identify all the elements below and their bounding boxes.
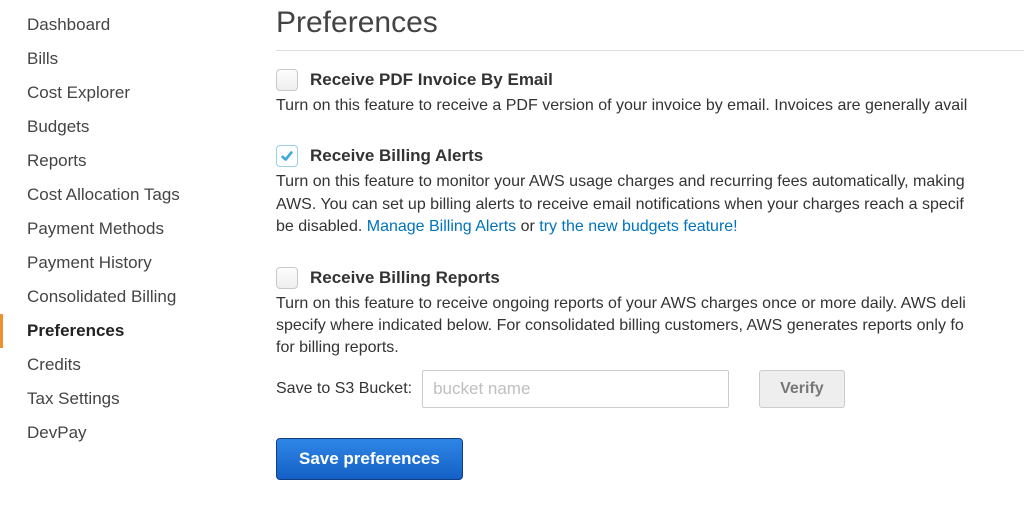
- sidebar-item-credits[interactable]: Credits: [0, 348, 220, 382]
- divider: [276, 50, 1024, 51]
- sidebar-item-dashboard[interactable]: Dashboard: [0, 8, 220, 42]
- text: Turn on this feature to monitor your AWS…: [276, 173, 965, 190]
- text: Turn on this feature to receive ongoing …: [276, 295, 966, 312]
- sidebar-item-payment-methods[interactable]: Payment Methods: [0, 212, 220, 246]
- link-try-budgets[interactable]: try the new budgets feature!: [539, 218, 737, 235]
- sidebar-item-bills[interactable]: Bills: [0, 42, 220, 76]
- sidebar-item-cost-explorer[interactable]: Cost Explorer: [0, 76, 220, 110]
- main-content: Preferences Receive PDF Invoice By Email…: [220, 6, 1024, 480]
- s3-bucket-input[interactable]: [422, 370, 729, 408]
- sidebar-item-preferences[interactable]: Preferences: [0, 314, 220, 348]
- check-icon: [280, 149, 294, 163]
- pref-label-billing-reports: Receive Billing Reports: [310, 268, 500, 288]
- pref-billing-reports: Receive Billing Reports: [276, 267, 1024, 289]
- s3-bucket-row: Save to S3 Bucket: Verify: [276, 370, 1024, 408]
- pref-billing-alerts: Receive Billing Alerts: [276, 145, 1024, 167]
- text: be disabled.: [276, 218, 367, 235]
- sidebar-item-devpay[interactable]: DevPay: [0, 416, 220, 450]
- sidebar-item-reports[interactable]: Reports: [0, 144, 220, 178]
- text: or: [516, 218, 539, 235]
- verify-button[interactable]: Verify: [759, 370, 845, 408]
- sidebar-item-cost-allocation-tags[interactable]: Cost Allocation Tags: [0, 178, 220, 212]
- pref-pdf-invoice: Receive PDF Invoice By Email: [276, 69, 1024, 91]
- pref-desc-billing-alerts: Turn on this feature to monitor your AWS…: [276, 171, 1024, 238]
- pref-desc-billing-reports: Turn on this feature to receive ongoing …: [276, 293, 1024, 360]
- sidebar-item-tax-settings[interactable]: Tax Settings: [0, 382, 220, 416]
- save-preferences-button[interactable]: Save preferences: [276, 438, 463, 480]
- pref-desc-pdf-invoice: Turn on this feature to receive a PDF ve…: [276, 95, 1024, 117]
- s3-bucket-label: Save to S3 Bucket:: [276, 380, 412, 398]
- sidebar-item-consolidated-billing[interactable]: Consolidated Billing: [0, 280, 220, 314]
- sidebar-item-budgets[interactable]: Budgets: [0, 110, 220, 144]
- pref-label-pdf-invoice: Receive PDF Invoice By Email: [310, 70, 553, 90]
- text: specify where indicated below. For conso…: [276, 317, 964, 334]
- text: AWS. You can set up billing alerts to re…: [276, 196, 964, 213]
- page-title: Preferences: [276, 6, 1024, 40]
- sidebar-item-payment-history[interactable]: Payment History: [0, 246, 220, 280]
- checkbox-pdf-invoice[interactable]: [276, 69, 298, 91]
- checkbox-billing-reports[interactable]: [276, 267, 298, 289]
- pref-label-billing-alerts: Receive Billing Alerts: [310, 146, 483, 166]
- sidebar: Dashboard Bills Cost Explorer Budgets Re…: [0, 6, 220, 480]
- link-manage-billing-alerts[interactable]: Manage Billing Alerts: [367, 218, 516, 235]
- text: for billing reports.: [276, 339, 399, 356]
- checkbox-billing-alerts[interactable]: [276, 145, 298, 167]
